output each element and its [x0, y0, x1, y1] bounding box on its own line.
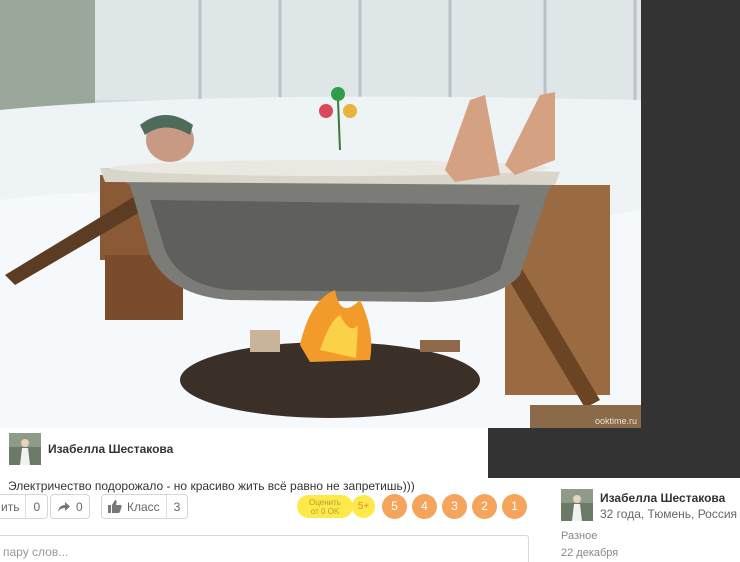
share-button[interactable]: ить 0: [0, 494, 49, 519]
rating-prompt-line1: Оценить: [309, 498, 341, 507]
photo-watermark: ooktime.ru: [594, 416, 637, 426]
author-name[interactable]: Изабелла Шестакова: [48, 442, 173, 456]
rating-3-button[interactable]: 3: [442, 494, 467, 519]
rating-5plus-button[interactable]: 5+: [352, 495, 375, 518]
share-label: ить: [1, 499, 20, 514]
post-caption: Электричество подорожало - но красиво жи…: [8, 479, 415, 493]
post-photo[interactable]: ooktime.ru: [0, 0, 641, 428]
sidebar-category[interactable]: Разное: [561, 530, 597, 542]
rating-prompt[interactable]: Оценить от 0 OK: [297, 495, 353, 518]
reshare-button[interactable]: 0: [50, 494, 90, 519]
sidebar-date: 22 декабря: [561, 547, 619, 559]
rating-2-button[interactable]: 2: [472, 494, 497, 519]
rating-1-button[interactable]: 1: [502, 494, 527, 519]
rating-4-button[interactable]: 4: [412, 494, 437, 519]
author-avatar[interactable]: [9, 433, 41, 465]
sidebar-author-avatar[interactable]: [561, 489, 593, 521]
photo-illustration: [0, 0, 641, 428]
reshare-arrow-icon: [58, 501, 70, 512]
reshare-count: 0: [76, 499, 83, 514]
share-count: 0: [25, 495, 47, 518]
comment-placeholder: пару слов...: [3, 545, 69, 559]
like-button[interactable]: Класс 3: [101, 494, 189, 519]
thumbs-up-icon: [108, 500, 122, 513]
like-count: 3: [165, 495, 188, 518]
sidebar-author-meta: 32 года, Тюмень, Россия: [600, 507, 738, 521]
like-label: Класс: [127, 499, 160, 514]
comment-input[interactable]: пару слов...: [0, 535, 529, 562]
sidebar-author-name[interactable]: Изабелла Шестакова: [600, 491, 725, 505]
rating-5-button[interactable]: 5: [382, 494, 407, 519]
rating-prompt-line2: от 0 OK: [310, 507, 340, 516]
